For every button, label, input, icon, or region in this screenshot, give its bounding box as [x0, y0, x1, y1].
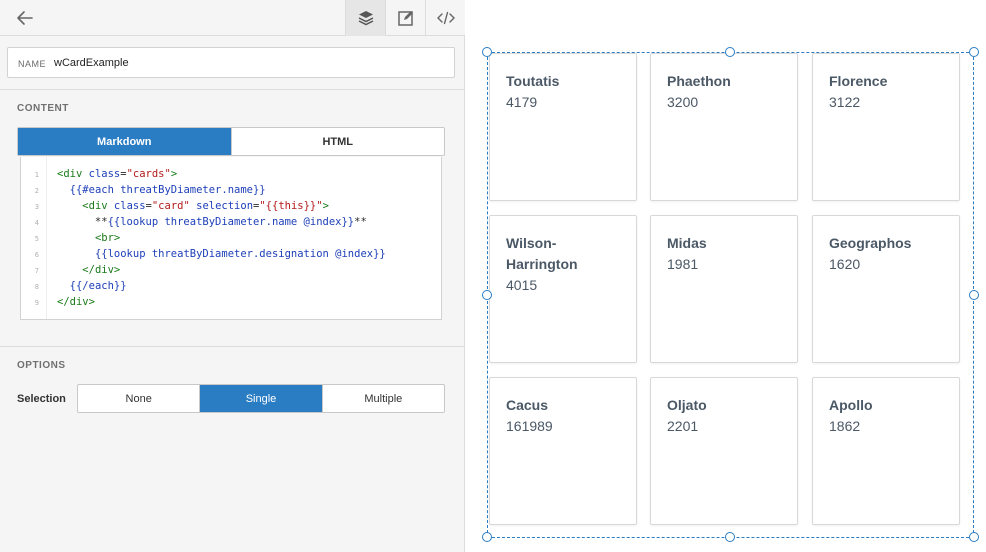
selection-single[interactable]: Single — [199, 385, 322, 412]
card-value: 3200 — [667, 94, 699, 110]
card-value: 161989 — [506, 418, 553, 434]
card[interactable]: Toutatis 4179 — [489, 53, 637, 201]
content-section-title: CONTENT — [17, 103, 69, 114]
code-line: {{#each threatByDiameter.name}} — [69, 184, 266, 196]
card-value: 1620 — [829, 256, 861, 272]
name-label: NAME — [18, 59, 47, 69]
card-name: Geographos — [829, 235, 912, 251]
tab-html[interactable]: HTML — [230, 128, 445, 155]
code-line: </div> — [57, 296, 95, 308]
name-input[interactable] — [54, 55, 444, 71]
line-number: 9 — [34, 299, 39, 307]
code-line: **{{lookup threatByDiameter.name @index}… — [57, 216, 367, 228]
card[interactable]: Midas 1981 — [650, 215, 798, 363]
preview-canvas: Toutatis 4179 Phaethon 3200 Florence 3122 W… — [466, 0, 986, 552]
code-line: <div class="card" selection="{{this}}"> — [82, 200, 329, 212]
code-line: {{/each}} — [69, 280, 127, 292]
line-number: 8 — [34, 283, 39, 291]
selection-mode-toggle: None Single Multiple — [77, 384, 445, 413]
card-name: Apollo — [829, 397, 873, 413]
card[interactable]: Wilson-Harrington 4015 — [489, 215, 637, 363]
card-name: Wilson-Harrington — [506, 235, 578, 272]
layers-button[interactable] — [345, 0, 385, 36]
resize-handle-top-left[interactable] — [482, 47, 492, 57]
line-number: 3 — [34, 203, 39, 211]
line-number: 1 — [34, 171, 39, 179]
code-line: <div class="cards"> — [57, 168, 178, 180]
resize-handle-left[interactable] — [482, 290, 492, 300]
line-number: 6 — [34, 251, 39, 259]
card[interactable]: Apollo 1862 — [812, 377, 960, 525]
edit-square-icon — [397, 11, 413, 26]
code-editor[interactable]: 1 2 3 4 5 6 7 8 9 <div class="cards"> {{… — [20, 157, 442, 320]
card-value: 4015 — [506, 277, 538, 293]
resize-handle-top[interactable] — [725, 47, 735, 57]
tab-markdown[interactable]: Markdown — [18, 128, 231, 155]
selection-none[interactable]: None — [78, 385, 199, 412]
divider — [0, 89, 465, 90]
selection-multiple[interactable]: Multiple — [321, 385, 444, 412]
back-button[interactable] — [14, 8, 36, 28]
options-section-title: OPTIONS — [17, 360, 66, 371]
code-button[interactable] — [425, 0, 465, 36]
divider — [0, 346, 465, 347]
line-number: 7 — [34, 267, 39, 275]
card-name: Florence — [829, 73, 888, 89]
content-mode-toggle: Markdown HTML — [17, 127, 445, 156]
resize-handle-right[interactable] — [969, 290, 979, 300]
card[interactable]: Florence 3122 — [812, 53, 960, 201]
card[interactable]: Cacus 161989 — [489, 377, 637, 525]
card-value: 1981 — [667, 256, 699, 272]
card-name: Cacus — [506, 397, 549, 413]
name-field[interactable]: NAME — [7, 47, 455, 78]
code-line: {{lookup threatByDiameter.designation @i… — [94, 248, 386, 260]
resize-handle-bottom[interactable] — [725, 532, 735, 542]
code-line: <br> — [94, 232, 121, 244]
edit-button[interactable] — [385, 0, 425, 36]
card-value: 1862 — [829, 418, 861, 434]
line-gutter: 1 2 3 4 5 6 7 8 9 — [21, 157, 47, 319]
card[interactable]: Oljato 2201 — [650, 377, 798, 525]
resize-handle-top-right[interactable] — [969, 47, 979, 57]
layers-icon — [358, 11, 373, 26]
line-number: 5 — [34, 235, 39, 243]
resize-handle-bottom-left[interactable] — [482, 532, 492, 542]
panel-toolbar — [0, 0, 465, 36]
card-name: Toutatis — [506, 73, 560, 89]
resize-handle-bottom-right[interactable] — [969, 532, 979, 542]
card-name: Phaethon — [667, 73, 731, 89]
card-name: Midas — [667, 235, 707, 251]
card-value: 3122 — [829, 94, 861, 110]
card[interactable]: Geographos 1620 — [812, 215, 960, 363]
card-name: Oljato — [667, 397, 707, 413]
line-number: 4 — [34, 219, 39, 227]
card-value: 4179 — [506, 94, 538, 110]
selection-label: Selection — [17, 393, 66, 405]
card[interactable]: Phaethon 3200 — [650, 53, 798, 201]
card-value: 2201 — [667, 418, 699, 434]
code-line: </div> — [82, 264, 121, 276]
arrow-left-icon — [17, 11, 33, 25]
code-icon — [436, 11, 455, 25]
line-number: 2 — [34, 187, 39, 195]
widget-editor-panel: NAME CONTENT Markdown HTML 1 2 3 4 5 6 7… — [0, 0, 465, 552]
